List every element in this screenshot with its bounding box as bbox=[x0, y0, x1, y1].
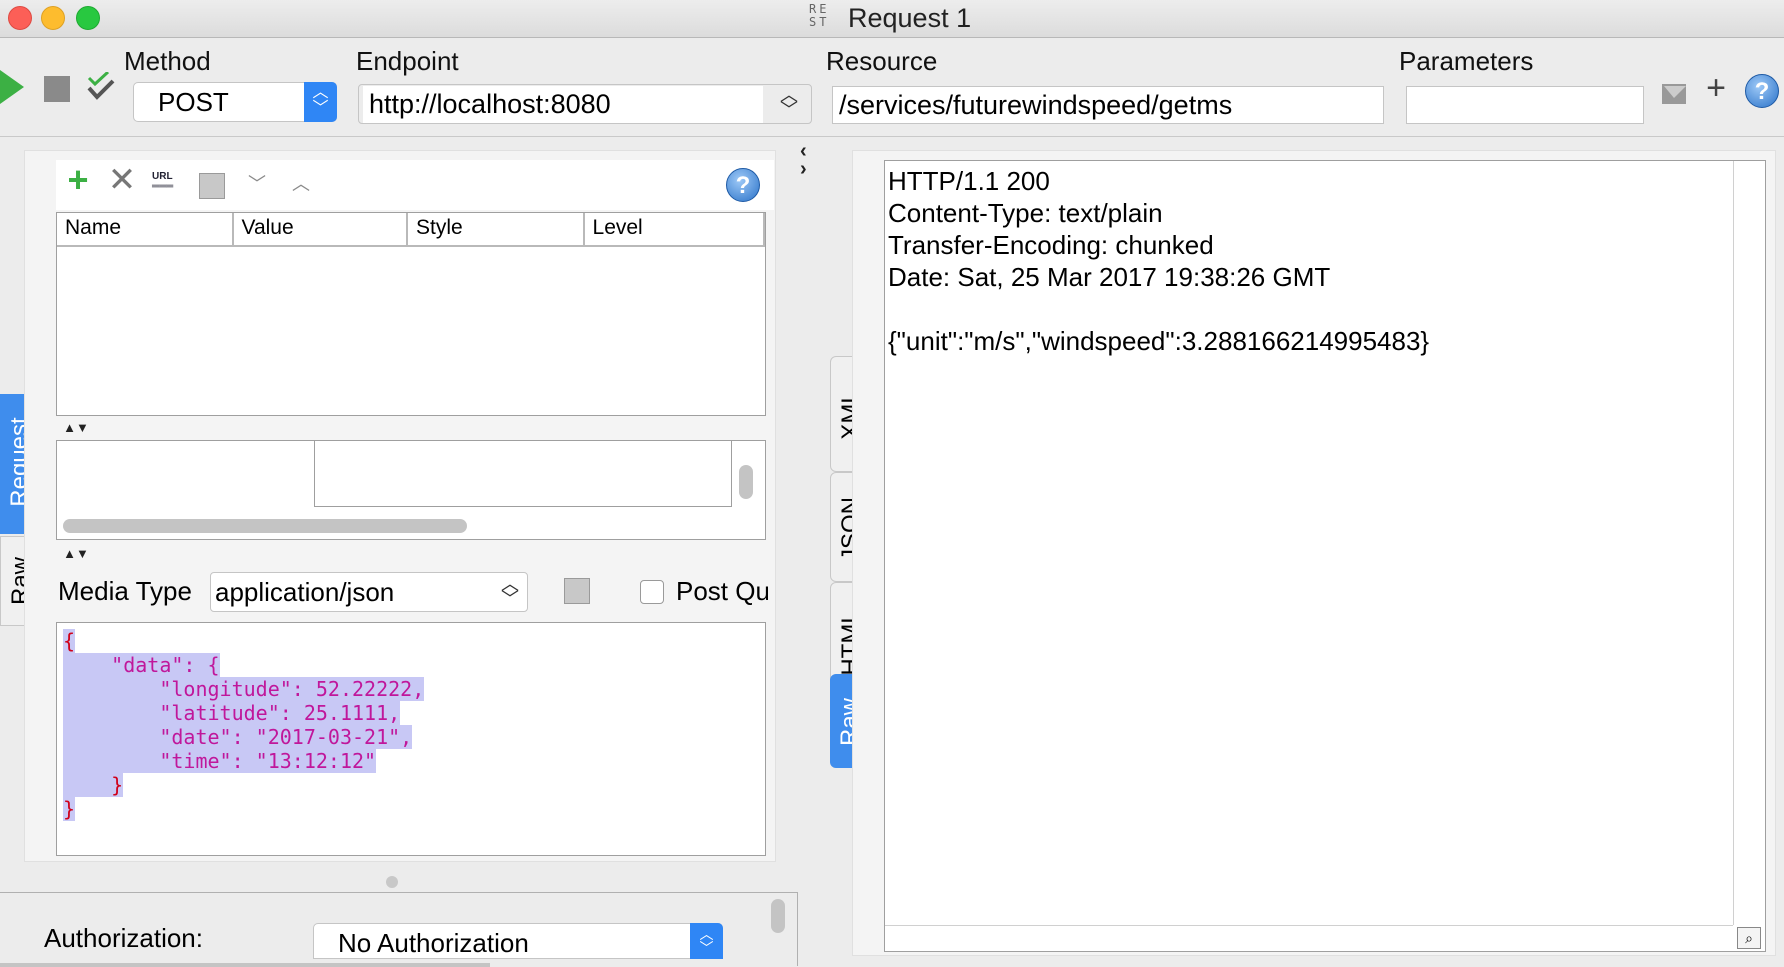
play-icon[interactable] bbox=[0, 70, 26, 104]
resource-label: Resource bbox=[826, 46, 938, 76]
response-line-4: Date: Sat, 25 Mar 2017 19:38:26 GMT bbox=[888, 262, 1331, 292]
column-header-name[interactable]: Name bbox=[57, 213, 234, 245]
body-line-5: "date": "2017-03-21", bbox=[63, 725, 413, 749]
authorization-hscroll[interactable] bbox=[0, 963, 490, 967]
post-query-label: Post Qu bbox=[676, 576, 768, 606]
minimize-window-button[interactable] bbox=[41, 6, 65, 30]
column-header-style[interactable]: Style bbox=[408, 213, 585, 245]
endpoint-stepper-icon[interactable]: ︿ ﹀ bbox=[776, 86, 802, 122]
move-up-icon[interactable]: ︿ bbox=[288, 170, 314, 198]
method-value: POST bbox=[158, 87, 229, 117]
move-down-icon[interactable]: ﹀ bbox=[244, 170, 270, 198]
params-help-icon[interactable]: ? bbox=[726, 168, 760, 202]
body-line-7: } bbox=[63, 773, 124, 797]
method-label: Method bbox=[124, 46, 211, 76]
collapse-panel-icon[interactable]: ‹ › bbox=[800, 141, 820, 182]
body-line-8: } bbox=[63, 797, 76, 821]
response-line-3: Transfer-Encoding: chunked bbox=[888, 230, 1214, 260]
authorization-value: No Authorization bbox=[338, 928, 529, 958]
parameters-input[interactable] bbox=[1406, 86, 1644, 124]
body-line-3: "longitude": 52.22222, bbox=[63, 677, 425, 701]
authorization-label: Authorization: bbox=[44, 923, 203, 953]
config-icon[interactable] bbox=[1660, 78, 1690, 108]
splitter-handle[interactable] bbox=[386, 876, 398, 888]
authorization-chevron-icon: ︿ ﹀ bbox=[690, 923, 723, 959]
response-line-2: Content-Type: text/plain bbox=[888, 198, 1163, 228]
response-viewer[interactable]: HTTP/1.1 200 Content-Type: text/plain Tr… bbox=[884, 160, 1766, 952]
media-type-label: Media Type bbox=[58, 576, 192, 606]
request-body-editor[interactable]: { "data": { "longitude": 52.22222, "lati… bbox=[56, 622, 766, 856]
endpoint-input[interactable]: http://localhost:8080 bbox=[363, 86, 763, 124]
authorization-select[interactable]: No Authorization ︿ ﹀ bbox=[313, 923, 723, 959]
url-icon[interactable]: URL ═══ bbox=[152, 172, 182, 198]
title-bar: RE ST Request 1 bbox=[0, 0, 1784, 38]
validate-icon[interactable] bbox=[86, 72, 116, 102]
response-vscroll-track[interactable] bbox=[1733, 161, 1734, 925]
params-table: Name Value Style Level bbox=[56, 212, 766, 416]
find-icon[interactable]: ⌕ bbox=[1737, 927, 1761, 949]
refresh-icon[interactable] bbox=[199, 173, 225, 199]
toolbar: Method POST ︿ ﹀ Endpoint http://localhost… bbox=[0, 38, 1784, 136]
column-header-level[interactable]: Level bbox=[585, 213, 765, 245]
recreate-icon[interactable] bbox=[564, 578, 590, 604]
plus-icon[interactable]: + bbox=[1700, 71, 1732, 105]
response-line-6: {"unit":"m/s","windspeed":3.288166214995… bbox=[888, 326, 1430, 356]
method-select[interactable]: POST ︿ ﹀ bbox=[133, 82, 337, 122]
window-title: Request 1 bbox=[848, 3, 972, 33]
vertical-scrollbar[interactable] bbox=[739, 465, 753, 499]
body-line-6: "time": "13:12:12" bbox=[63, 749, 377, 773]
splitter-arrows-icon-2[interactable]: ▲▼ bbox=[58, 540, 94, 568]
chevron-updown-icon: ︿ ﹀ bbox=[304, 82, 337, 122]
horizontal-scrollbar[interactable] bbox=[63, 519, 467, 533]
close-window-button[interactable] bbox=[8, 6, 32, 30]
column-header-value[interactable]: Value bbox=[234, 213, 409, 245]
body-line-1: { bbox=[63, 629, 76, 653]
rest-app-icon: RE ST bbox=[809, 2, 830, 29]
params-toolbar: + ✕ URL ═══ ﹀ ︿ ? bbox=[56, 160, 774, 210]
zoom-window-button[interactable] bbox=[76, 6, 100, 30]
endpoint-label: Endpoint bbox=[356, 46, 459, 76]
authorization-scrollbar[interactable] bbox=[771, 899, 785, 933]
param-detail-panel bbox=[56, 440, 766, 540]
authorization-panel: Authorization: No Authorization ︿ ﹀ bbox=[0, 892, 798, 967]
body-line-2: "data": { bbox=[63, 653, 220, 677]
add-icon[interactable]: + bbox=[62, 162, 94, 198]
parameters-label: Parameters bbox=[1399, 46, 1534, 76]
toolbar-divider bbox=[0, 136, 1784, 137]
param-detail-editor[interactable] bbox=[314, 441, 732, 507]
media-type-stepper-icon: ︿ ﹀ bbox=[501, 574, 519, 609]
params-table-header: Name Value Style Level bbox=[57, 213, 765, 247]
stop-icon[interactable] bbox=[44, 76, 70, 102]
body-line-4: "latitude": 25.1111, bbox=[63, 701, 401, 725]
post-query-checkbox[interactable] bbox=[640, 580, 664, 604]
resource-input[interactable]: /services/futurewindspeed/getms bbox=[832, 86, 1384, 124]
media-type-value: application/json bbox=[215, 577, 395, 607]
response-hscroll-track[interactable] bbox=[885, 925, 1733, 926]
splitter-arrows-icon[interactable]: ▲▼ bbox=[58, 414, 94, 442]
media-type-select[interactable]: application/json ︿ ﹀ bbox=[210, 572, 528, 612]
help-icon[interactable]: ? bbox=[1745, 74, 1779, 108]
response-line-1: HTTP/1.1 200 bbox=[888, 166, 1050, 196]
delete-icon[interactable]: ✕ bbox=[106, 163, 138, 197]
